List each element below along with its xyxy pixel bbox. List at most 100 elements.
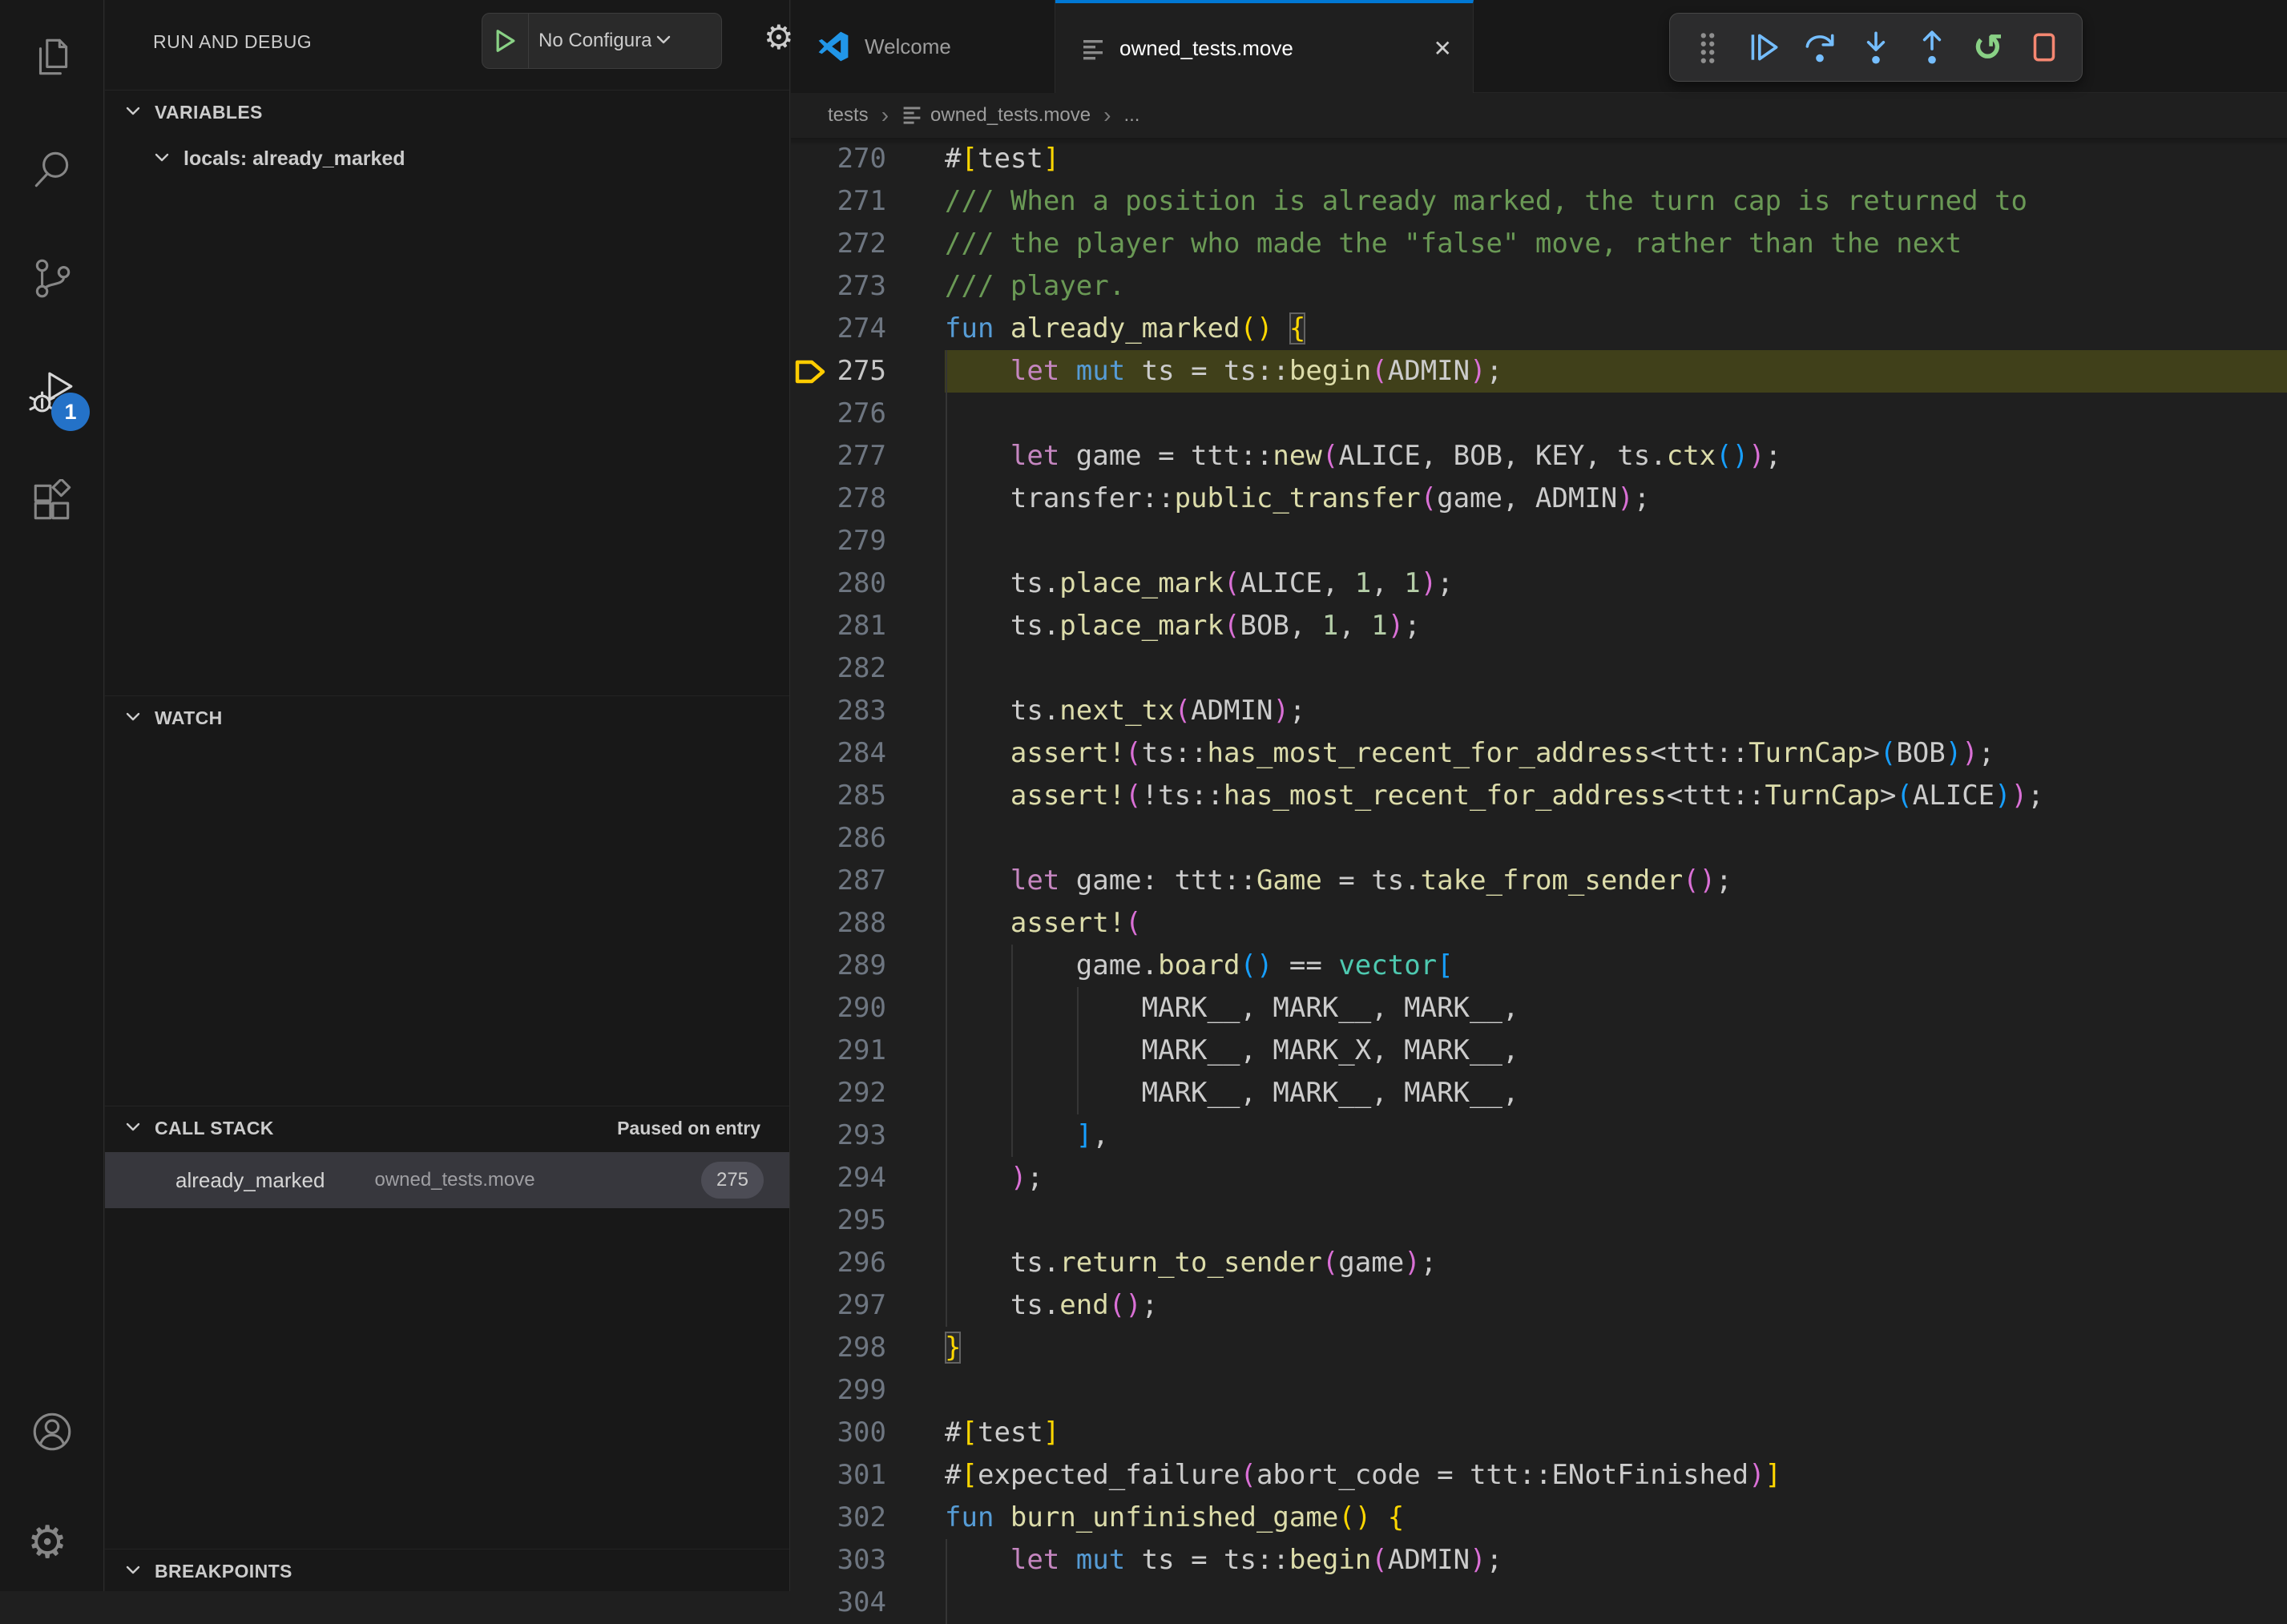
code-line-text[interactable]: fun already_marked() { [945,308,2287,350]
line-number[interactable]: 300 [791,1412,945,1454]
code-line-text[interactable]: #[expected_failure(abort_code = ttt::ENo… [945,1454,2287,1497]
code-line[interactable]: 285assert!(!ts::has_most_recent_for_addr… [791,775,2287,817]
line-number[interactable]: 295 [791,1199,945,1242]
line-number[interactable]: 299 [791,1369,945,1412]
source-control-icon[interactable] [29,255,75,301]
code-line-text[interactable]: #[test] [945,138,2287,180]
code-line[interactable]: 298} [791,1327,2287,1369]
code-line-text[interactable]: let mut ts = ts::begin(ADMIN); [945,350,2287,393]
code-line[interactable]: 277let game = ttt::new(ALICE, BOB, KEY, … [791,435,2287,478]
code-line[interactable]: 273/// player. [791,265,2287,308]
debug-config-picker[interactable]: No Configura [482,13,722,69]
code-line-text[interactable]: assert!( [945,902,2287,945]
watch-section-header[interactable]: WATCH [105,695,789,740]
code-line-text[interactable]: ts.end(); [945,1284,2287,1327]
line-number[interactable]: 276 [791,393,945,435]
line-number[interactable]: 287 [791,860,945,902]
line-number[interactable]: 271 [791,180,945,223]
code-line[interactable]: 287let game: ttt::Game = ts.take_from_se… [791,860,2287,902]
launch-settings-gear-icon[interactable]: ⚙ [764,18,794,57]
code-line-text[interactable] [945,393,2287,435]
code-line-text[interactable]: #[test] [945,1412,2287,1454]
code-line[interactable]: 290MARK__, MARK__, MARK__, [791,987,2287,1030]
code-line[interactable]: 274fun already_marked() { [791,308,2287,350]
code-line-text[interactable]: MARK__, MARK__, MARK__, [945,1072,2287,1114]
extensions-icon[interactable] [29,479,75,526]
call-stack-frame-row[interactable]: already_marked owned_tests.move 275 [105,1152,789,1208]
gripper-icon[interactable] [1685,25,1730,70]
code-line[interactable]: 292MARK__, MARK__, MARK__, [791,1072,2287,1114]
code-line[interactable]: 270#[test] [791,138,2287,180]
line-number[interactable]: 293 [791,1114,945,1157]
code-line[interactable]: 291MARK__, MARK_X, MARK__, [791,1030,2287,1072]
code-line[interactable]: 271/// When a position is already marked… [791,180,2287,223]
code-line-text[interactable] [945,1199,2287,1242]
line-number[interactable]: 284 [791,732,945,775]
code-line-text[interactable]: ); [945,1157,2287,1199]
step-over-icon[interactable] [1797,25,1842,70]
code-line-text[interactable]: MARK__, MARK_X, MARK__, [945,1030,2287,1072]
continue-icon[interactable] [1741,25,1786,70]
breadcrumb-item-tests[interactable]: tests [828,104,869,127]
code-line-text[interactable]: ts.place_mark(ALICE, 1, 1); [945,562,2287,605]
line-number[interactable]: 279 [791,520,945,562]
code-line[interactable]: 293], [791,1114,2287,1157]
restart-icon[interactable]: ↺ [1966,25,2011,70]
start-debug-icon[interactable] [482,14,529,68]
line-number[interactable]: 302 [791,1497,945,1539]
code-line[interactable]: 284assert!(ts::has_most_recent_for_addre… [791,732,2287,775]
code-line[interactable]: 302fun burn_unfinished_game() { [791,1497,2287,1539]
code-line-text[interactable] [945,647,2287,690]
code-line[interactable]: 296ts.return_to_sender(game); [791,1242,2287,1284]
code-line[interactable]: 299 [791,1369,2287,1412]
line-number[interactable]: 303 [791,1539,945,1582]
code-line-text[interactable]: assert!(ts::has_most_recent_for_address<… [945,732,2287,775]
code-line[interactable]: 283ts.next_tx(ADMIN); [791,690,2287,732]
code-line[interactable]: 301#[expected_failure(abort_code = ttt::… [791,1454,2287,1497]
line-number[interactable]: 291 [791,1030,945,1072]
line-number[interactable]: 292 [791,1072,945,1114]
code-line-text[interactable]: /// the player who made the "false" move… [945,223,2287,265]
code-line-text[interactable]: let game = ttt::new(ALICE, BOB, KEY, ts.… [945,435,2287,478]
code-line-text[interactable]: MARK__, MARK__, MARK__, [945,987,2287,1030]
line-number[interactable]: 304 [791,1582,945,1624]
line-number[interactable]: 286 [791,817,945,860]
line-number[interactable]: 278 [791,478,945,520]
settings-gear-icon[interactable]: ⚙ [27,1519,67,1566]
code-line-text[interactable]: ], [945,1114,2287,1157]
breakpoints-section-header[interactable]: BREAKPOINTS [105,1549,789,1594]
line-number[interactable]: 297 [791,1284,945,1327]
code-line-text[interactable]: ts.return_to_sender(game); [945,1242,2287,1284]
stop-icon[interactable] [2022,25,2067,70]
code-line[interactable]: 276 [791,393,2287,435]
code-line[interactable]: 279 [791,520,2287,562]
line-number[interactable]: 277 [791,435,945,478]
step-out-icon[interactable] [1910,25,1954,70]
account-icon[interactable] [29,1408,75,1455]
code-line-text[interactable] [945,817,2287,860]
code-line[interactable]: 278transfer::public_transfer(game, ADMIN… [791,478,2287,520]
line-number[interactable]: 301 [791,1454,945,1497]
code-line-text[interactable]: game.board() == vector[ [945,945,2287,987]
code-line[interactable]: 295 [791,1199,2287,1242]
code-line[interactable]: 286 [791,817,2287,860]
line-number[interactable]: 273 [791,265,945,308]
breadcrumb-item-file[interactable]: owned_tests.move [930,104,1091,127]
tab-owned-tests-move[interactable]: owned_tests.move ✕ [1055,0,1474,94]
code-line[interactable]: 297ts.end(); [791,1284,2287,1327]
tab-welcome[interactable]: Welcome [791,0,1055,93]
line-number[interactable]: 288 [791,902,945,945]
line-number[interactable]: 289 [791,945,945,987]
explorer-icon[interactable] [29,34,75,80]
line-number[interactable]: 275 [791,350,945,393]
code-line[interactable]: 294); [791,1157,2287,1199]
code-line-text[interactable] [945,520,2287,562]
code-line[interactable]: 289game.board() == vector[ [791,945,2287,987]
code-line-text[interactable]: /// When a position is already marked, t… [945,180,2287,223]
code-line-text[interactable]: /// player. [945,265,2287,308]
code-line[interactable]: 304 [791,1582,2287,1624]
code-line-text[interactable]: ts.place_mark(BOB, 1, 1); [945,605,2287,647]
line-number[interactable]: 283 [791,690,945,732]
code-line-text[interactable]: fun burn_unfinished_game() { [945,1497,2287,1539]
line-number[interactable]: 274 [791,308,945,350]
